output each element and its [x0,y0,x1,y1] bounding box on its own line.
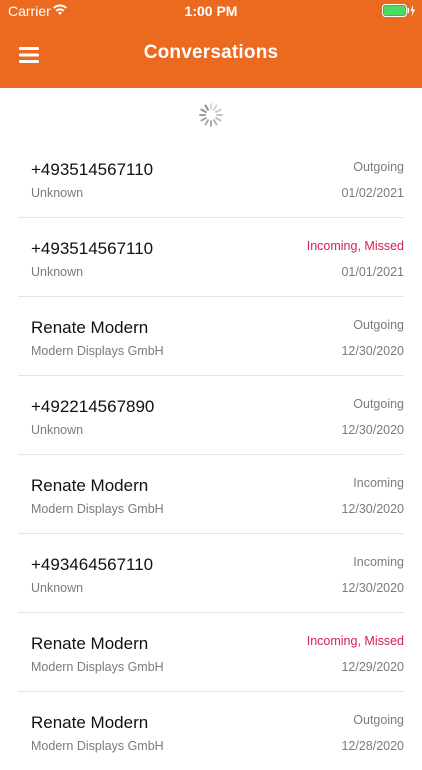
conversation-row[interactable]: Renate Modern Modern Displays GmbH Incom… [18,455,404,534]
page-title: Conversations [143,42,279,63]
call-direction: Outgoing [353,397,404,411]
contact-name: +492214567890 [31,397,155,416]
contact-company: Unknown [31,186,84,200]
spinner-icon [198,102,224,128]
contact-name: Renate Modern [31,476,149,495]
conversation-list: +493514567110 Unknown Outgoing 01/02/202… [0,139,422,770]
call-direction: Incoming, Missed [306,239,404,253]
call-date: 12/28/2020 [341,739,404,753]
call-direction: Outgoing [353,318,404,332]
conversation-row[interactable]: +492214567890 Unknown Outgoing 12/30/202… [18,376,404,455]
conversation-row[interactable]: Renate Modern Modern Displays GmbH Outgo… [18,297,404,376]
call-date: 12/30/2020 [341,581,404,595]
contact-name: +493514567110 [31,160,154,179]
call-date: 12/30/2020 [341,344,404,358]
contact-name: +493514567110 [31,239,154,258]
call-date: 12/29/2020 [341,660,404,674]
contact-company: Modern Displays GmbH [31,739,164,753]
battery-icon [382,4,416,20]
call-date: 12/30/2020 [341,502,404,516]
app-header: Carrier 1:00 PM Conversations [0,0,422,88]
call-date: 01/01/2021 [341,265,404,279]
contact-company: Modern Displays GmbH [31,660,164,674]
call-direction: Outgoing [353,713,404,727]
contact-company: Modern Displays GmbH [31,344,164,358]
navigation-bar: Conversations [0,22,422,88]
call-direction: Incoming [353,555,404,569]
contact-company: Modern Displays GmbH [31,502,164,516]
contact-name: Renate Modern [31,713,149,732]
contact-company: Unknown [31,265,84,279]
conversation-row[interactable]: +493514567110 Unknown Incoming, Missed 0… [18,218,404,297]
call-direction: Incoming [353,476,404,490]
conversation-row[interactable]: +493514567110 Unknown Outgoing 01/02/202… [18,139,404,218]
conversation-row[interactable]: Renate Modern Modern Displays GmbH Incom… [18,613,404,692]
contact-name: Renate Modern [31,634,149,653]
call-date: 12/30/2020 [341,423,404,437]
conversation-row[interactable]: +493464567110 Unknown Incoming 12/30/202… [18,534,404,613]
contact-name: +493464567110 [31,555,154,574]
conversation-row[interactable]: Renate Modern Modern Displays GmbH Outgo… [18,692,404,770]
status-bar: Carrier 1:00 PM [0,0,422,22]
contact-name: Renate Modern [31,318,149,337]
contact-company: Unknown [31,581,84,595]
call-date: 01/02/2021 [341,186,404,200]
contact-company: Unknown [31,423,84,437]
call-direction: Outgoing [353,160,404,174]
call-direction: Incoming, Missed [306,634,404,648]
status-time: 1:00 PM [184,3,238,19]
